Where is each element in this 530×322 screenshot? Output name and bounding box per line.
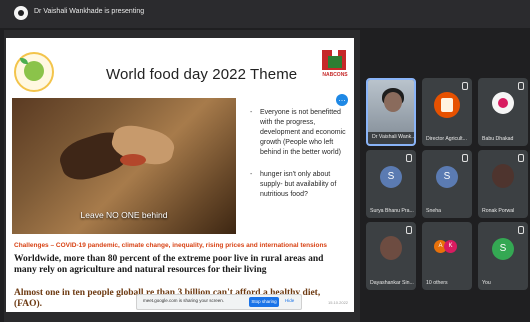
presenting-label: Dr Vaishali Wankhade is presenting [34, 8, 145, 15]
participant-tile[interactable]: Director Agricult... [422, 78, 472, 146]
participant-tile[interactable]: Dr Vaishali Wank... [366, 78, 416, 146]
mic-icon [406, 226, 412, 234]
bullet-item: - hunger isn't only about supply- but ava… [250, 171, 337, 198]
participant-tile-you[interactable]: S You [478, 222, 528, 290]
stop-sharing-button[interactable]: Stop sharing [249, 297, 279, 307]
profile-avatar [380, 236, 402, 260]
participant-name: Ronak Porwal [482, 208, 515, 214]
bullet-item: - Everyone is not benefitted with the pro… [250, 109, 346, 156]
shared-slide: World food day 2022 Theme NABCONS Leave … [6, 38, 354, 312]
participant-name: Sneha [426, 208, 442, 214]
profile-avatar [492, 92, 514, 114]
participant-tile[interactable]: S Surya Bhanu Pra... [366, 150, 416, 218]
participant-gallery: Dr Vaishali Wank... Director Agricult...… [366, 78, 530, 290]
nabcons-logo-text: NABCONS [322, 72, 348, 78]
mic-icon [462, 82, 468, 90]
presenting-indicator-icon [14, 6, 28, 20]
challenges-line: Challenges – COVID-19 pandemic, climate … [14, 242, 328, 249]
world-food-day-logo [14, 52, 54, 92]
participant-tile[interactable]: Ronak Porwal [478, 150, 528, 218]
hands-photo: Leave NO ONE behind [12, 98, 236, 234]
participant-name: Dayashankar Sin... [370, 280, 414, 286]
screen-share-bar: meet.google.com is sharing your screen. … [136, 294, 302, 310]
more-options-icon[interactable]: … [336, 94, 348, 106]
nabcons-logo: NABCONS [318, 48, 352, 84]
meeting-top-bar: Dr Vaishali Wankhade is presenting [0, 0, 530, 28]
photo-caption: Leave NO ONE behind [80, 210, 168, 220]
organization-avatar [434, 92, 460, 118]
slide-date: 15.10.2022 [328, 300, 349, 305]
others-avatars: A K [434, 240, 460, 254]
initial-avatar: S [436, 166, 458, 188]
participant-tile-others[interactable]: A K 10 others [422, 222, 472, 290]
mic-icon [518, 154, 524, 162]
participant-name: Surya Bhanu Pra... [370, 208, 414, 214]
participant-name: 10 others [426, 280, 448, 286]
participant-tile[interactable]: Babu Dhakad [478, 78, 528, 146]
participant-video [368, 80, 414, 132]
mic-icon [462, 154, 468, 162]
slide-title: World food day 2022 Theme [106, 66, 298, 83]
profile-avatar [492, 164, 514, 188]
participant-tile[interactable]: Dayashankar Sin... [366, 222, 416, 290]
mic-icon [518, 226, 524, 234]
bullet-list: - Everyone is not benefitted with the pro… [250, 108, 348, 212]
mic-icon [406, 154, 412, 162]
hide-share-bar-button[interactable]: Hide [285, 298, 294, 303]
participant-name: Babu Dhakad [482, 136, 514, 142]
initial-avatar: S [380, 166, 402, 188]
mic-icon [518, 82, 524, 90]
paragraph-rural-poor: Worldwide, more than 80 percent of the e… [14, 254, 324, 275]
initial-avatar: S [492, 238, 514, 260]
participant-tile[interactable]: S Sneha [422, 150, 472, 218]
participant-name: Dr Vaishali Wank... [372, 134, 416, 140]
participant-name: You [482, 280, 491, 286]
avatar: K [444, 240, 457, 253]
share-message: meet.google.com is sharing your screen. [143, 298, 225, 303]
participant-name: Director Agricult... [426, 136, 467, 142]
